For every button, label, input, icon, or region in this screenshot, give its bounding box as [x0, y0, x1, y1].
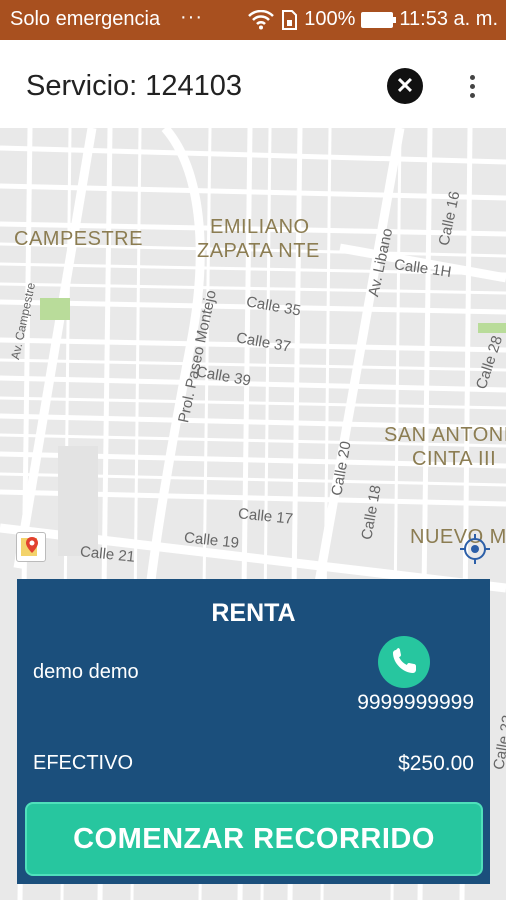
notification-overflow: ··· [180, 6, 203, 28]
phone-icon[interactable] [378, 636, 430, 688]
app-bar: Servicio: 124103 [0, 40, 506, 128]
payment-method: EFECTIVO [33, 752, 134, 774]
sim-icon [282, 9, 298, 30]
map-area-san-antonio-2: CINTA III [412, 448, 497, 470]
battery-percent: 100% [304, 8, 356, 30]
locate-glyph [460, 534, 490, 564]
client-name: demo demo [33, 661, 139, 683]
battery-icon [361, 11, 397, 28]
service-amount: $250.00 [398, 752, 474, 775]
my-location-icon[interactable] [458, 532, 492, 566]
map-marker-glyph [21, 537, 38, 556]
wifi-icon [248, 9, 275, 29]
client-phone[interactable]: 9999999999 [357, 691, 474, 715]
map-marker-icon[interactable] [16, 532, 46, 562]
phone-glyph [393, 648, 416, 673]
map-area-emiliano: EMILIANO [210, 216, 310, 238]
close-icon[interactable]: ✕ [387, 68, 423, 104]
status-bar: Solo emergencia ··· 100% 11:53 a. m. [0, 0, 506, 40]
page-title: Servicio: 124103 [26, 70, 243, 102]
map-area-san-antonio: SAN ANTONIO [384, 424, 506, 446]
map-area-campestre: CAMPESTRE [14, 228, 143, 250]
map-area-emiliano-2: ZAPATA NTE [197, 240, 320, 262]
status-icons: 100% 11:53 a. m. [248, 8, 498, 31]
clock: 11:53 a. m. [399, 8, 498, 30]
service-type: RENTA [211, 599, 296, 627]
start-trip-button[interactable]: COMENZAR RECORRIDO [25, 802, 483, 876]
more-vert-icon[interactable] [460, 68, 484, 104]
carrier-text: Solo emergencia [10, 8, 161, 30]
